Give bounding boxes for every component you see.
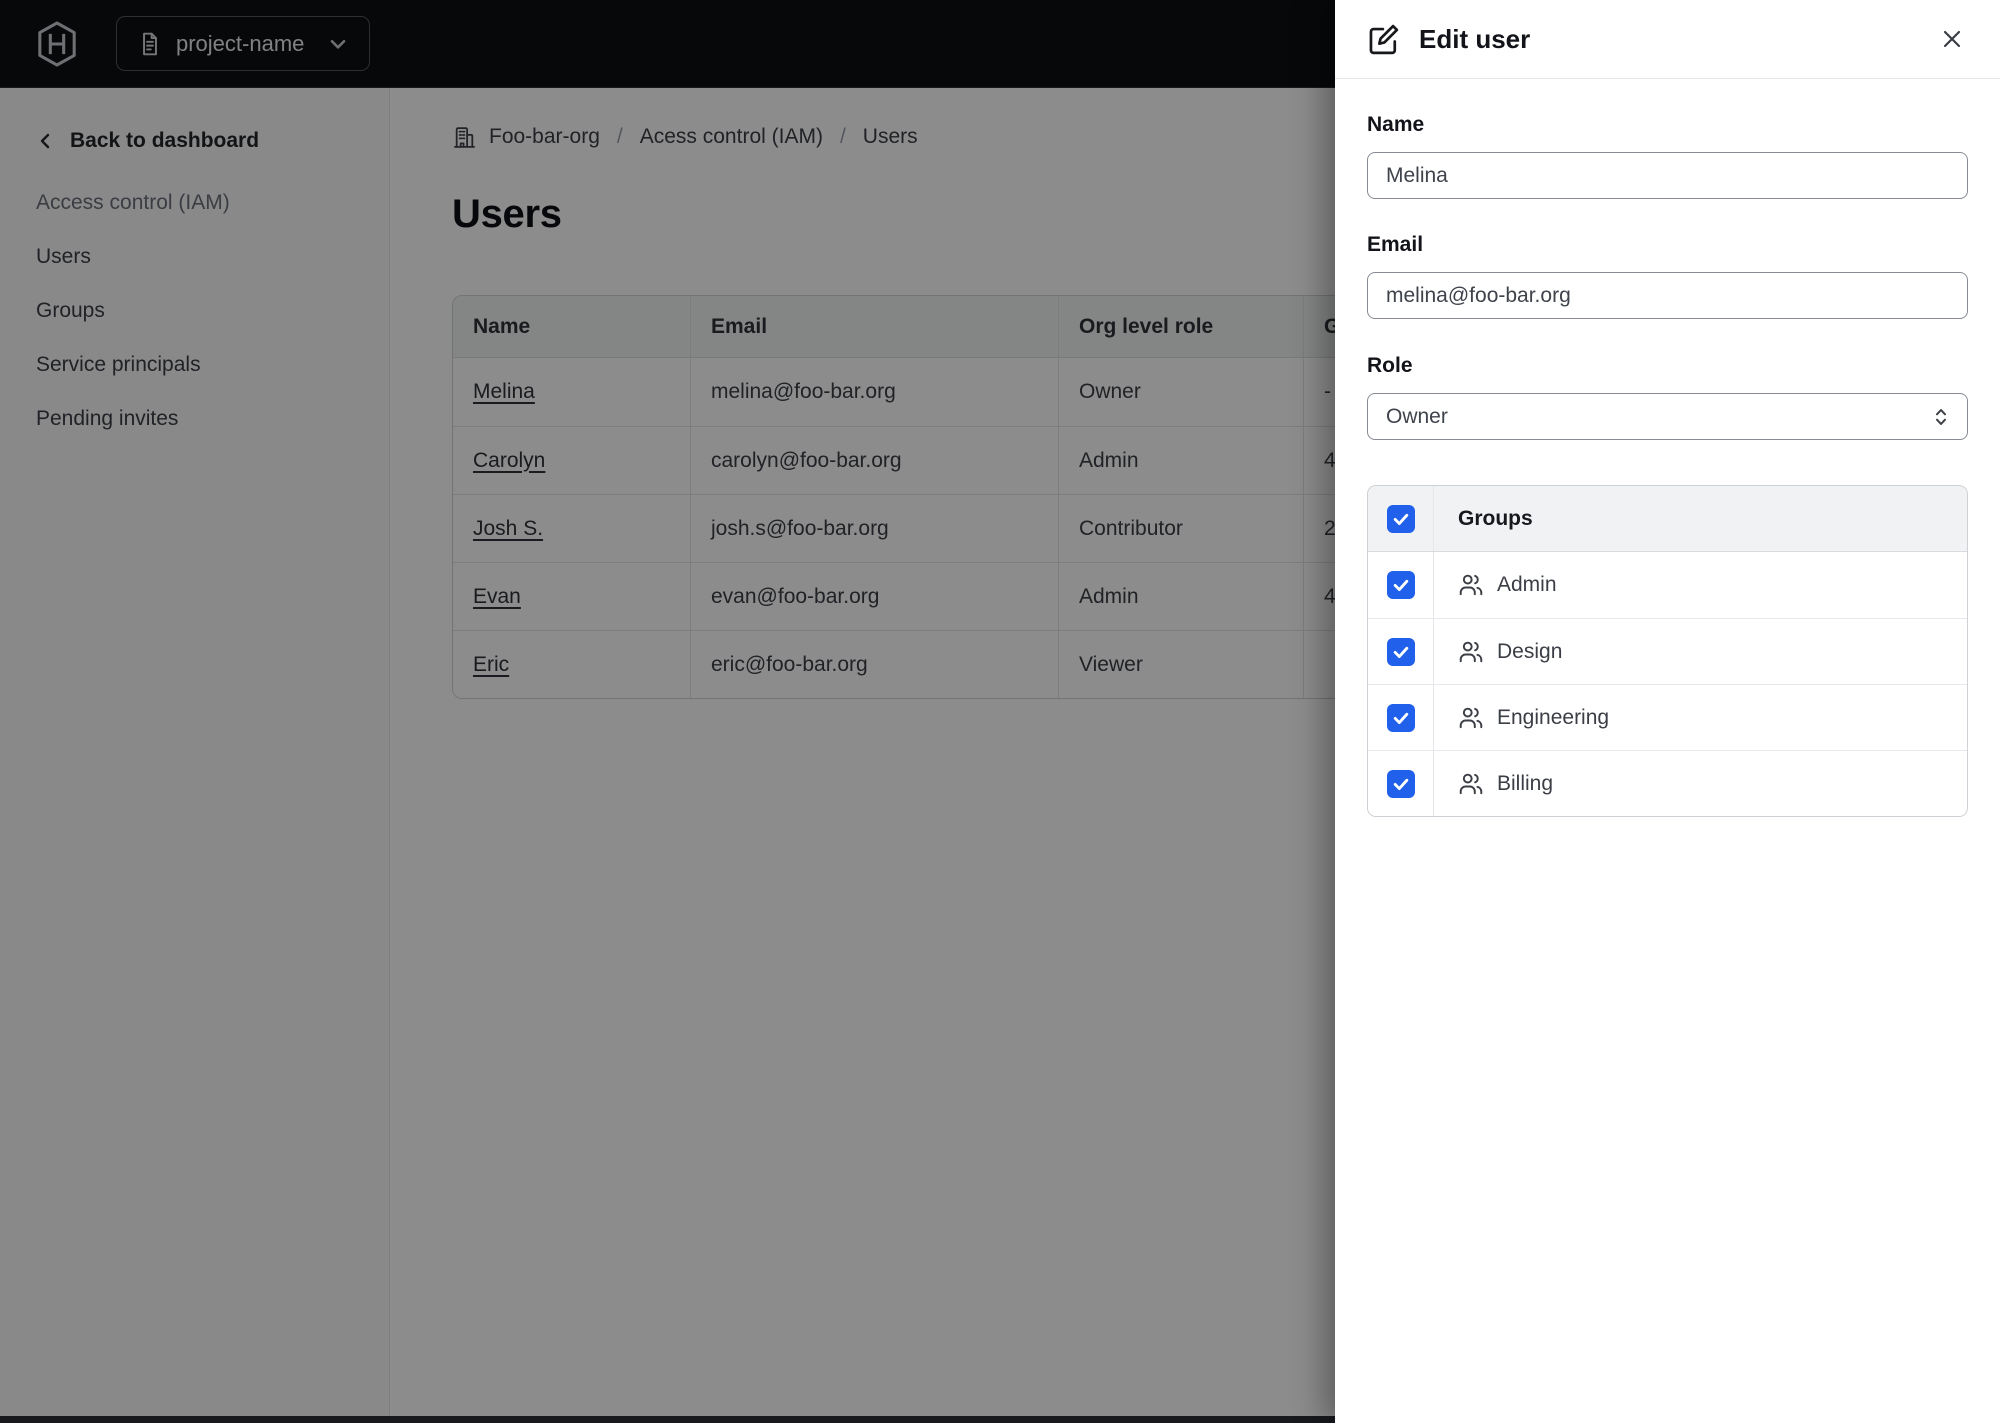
select-chevrons-icon: [1929, 405, 1953, 429]
email-field-label: Email: [1367, 233, 1424, 256]
user-group-icon: [1458, 771, 1484, 797]
group-checkbox[interactable]: [1386, 637, 1415, 666]
group-label: Design: [1497, 639, 1563, 663]
user-group-icon: [1458, 572, 1484, 598]
drawer-title: Edit user: [1419, 23, 1531, 54]
user-group-icon: [1458, 705, 1484, 731]
app-window: project-name Back to dashboard Access co…: [0, 0, 2000, 1423]
name-field-label: Name: [1367, 113, 1425, 136]
group-row[interactable]: Admin: [1368, 552, 1967, 618]
groups-rows: Admin Design Engineering Billing: [1368, 552, 1967, 816]
groups-table-header: Groups: [1368, 486, 1967, 552]
close-button[interactable]: [1934, 21, 1970, 57]
name-field-group: Name: [1367, 112, 1968, 199]
user-group-icon: [1458, 639, 1484, 665]
edit-user-drawer: Edit user Name Email Role Owner: [1335, 0, 2000, 1423]
email-field-group: Email: [1367, 232, 1968, 319]
email-input[interactable]: [1367, 272, 1968, 319]
group-checkbox[interactable]: [1386, 769, 1415, 798]
role-field-label: Role: [1367, 354, 1413, 377]
groups-header-label: Groups: [1458, 506, 1533, 530]
group-label: Admin: [1497, 573, 1557, 596]
drawer-body: Name Email Role Owner: [1335, 79, 2000, 817]
edit-pencil-icon: [1367, 22, 1401, 56]
group-checkbox[interactable]: [1386, 571, 1415, 599]
groups-select-all-checkbox[interactable]: [1386, 504, 1415, 533]
role-select[interactable]: Owner: [1367, 393, 1968, 440]
group-label: Billing: [1497, 771, 1554, 795]
group-checkbox[interactable]: [1386, 703, 1415, 732]
role-field-group: Role Owner: [1367, 353, 1968, 440]
name-input[interactable]: [1367, 152, 1968, 199]
group-row[interactable]: Billing: [1368, 750, 1967, 816]
group-label: Engineering: [1497, 705, 1610, 729]
role-select-value: Owner: [1386, 404, 1448, 428]
close-icon: [1943, 30, 1961, 48]
group-row[interactable]: Design: [1368, 618, 1967, 684]
drawer-header: Edit user: [1335, 0, 2000, 79]
groups-table: Groups Admin Design Engineering Billing: [1367, 485, 1968, 817]
group-row[interactable]: Engineering: [1368, 684, 1967, 750]
